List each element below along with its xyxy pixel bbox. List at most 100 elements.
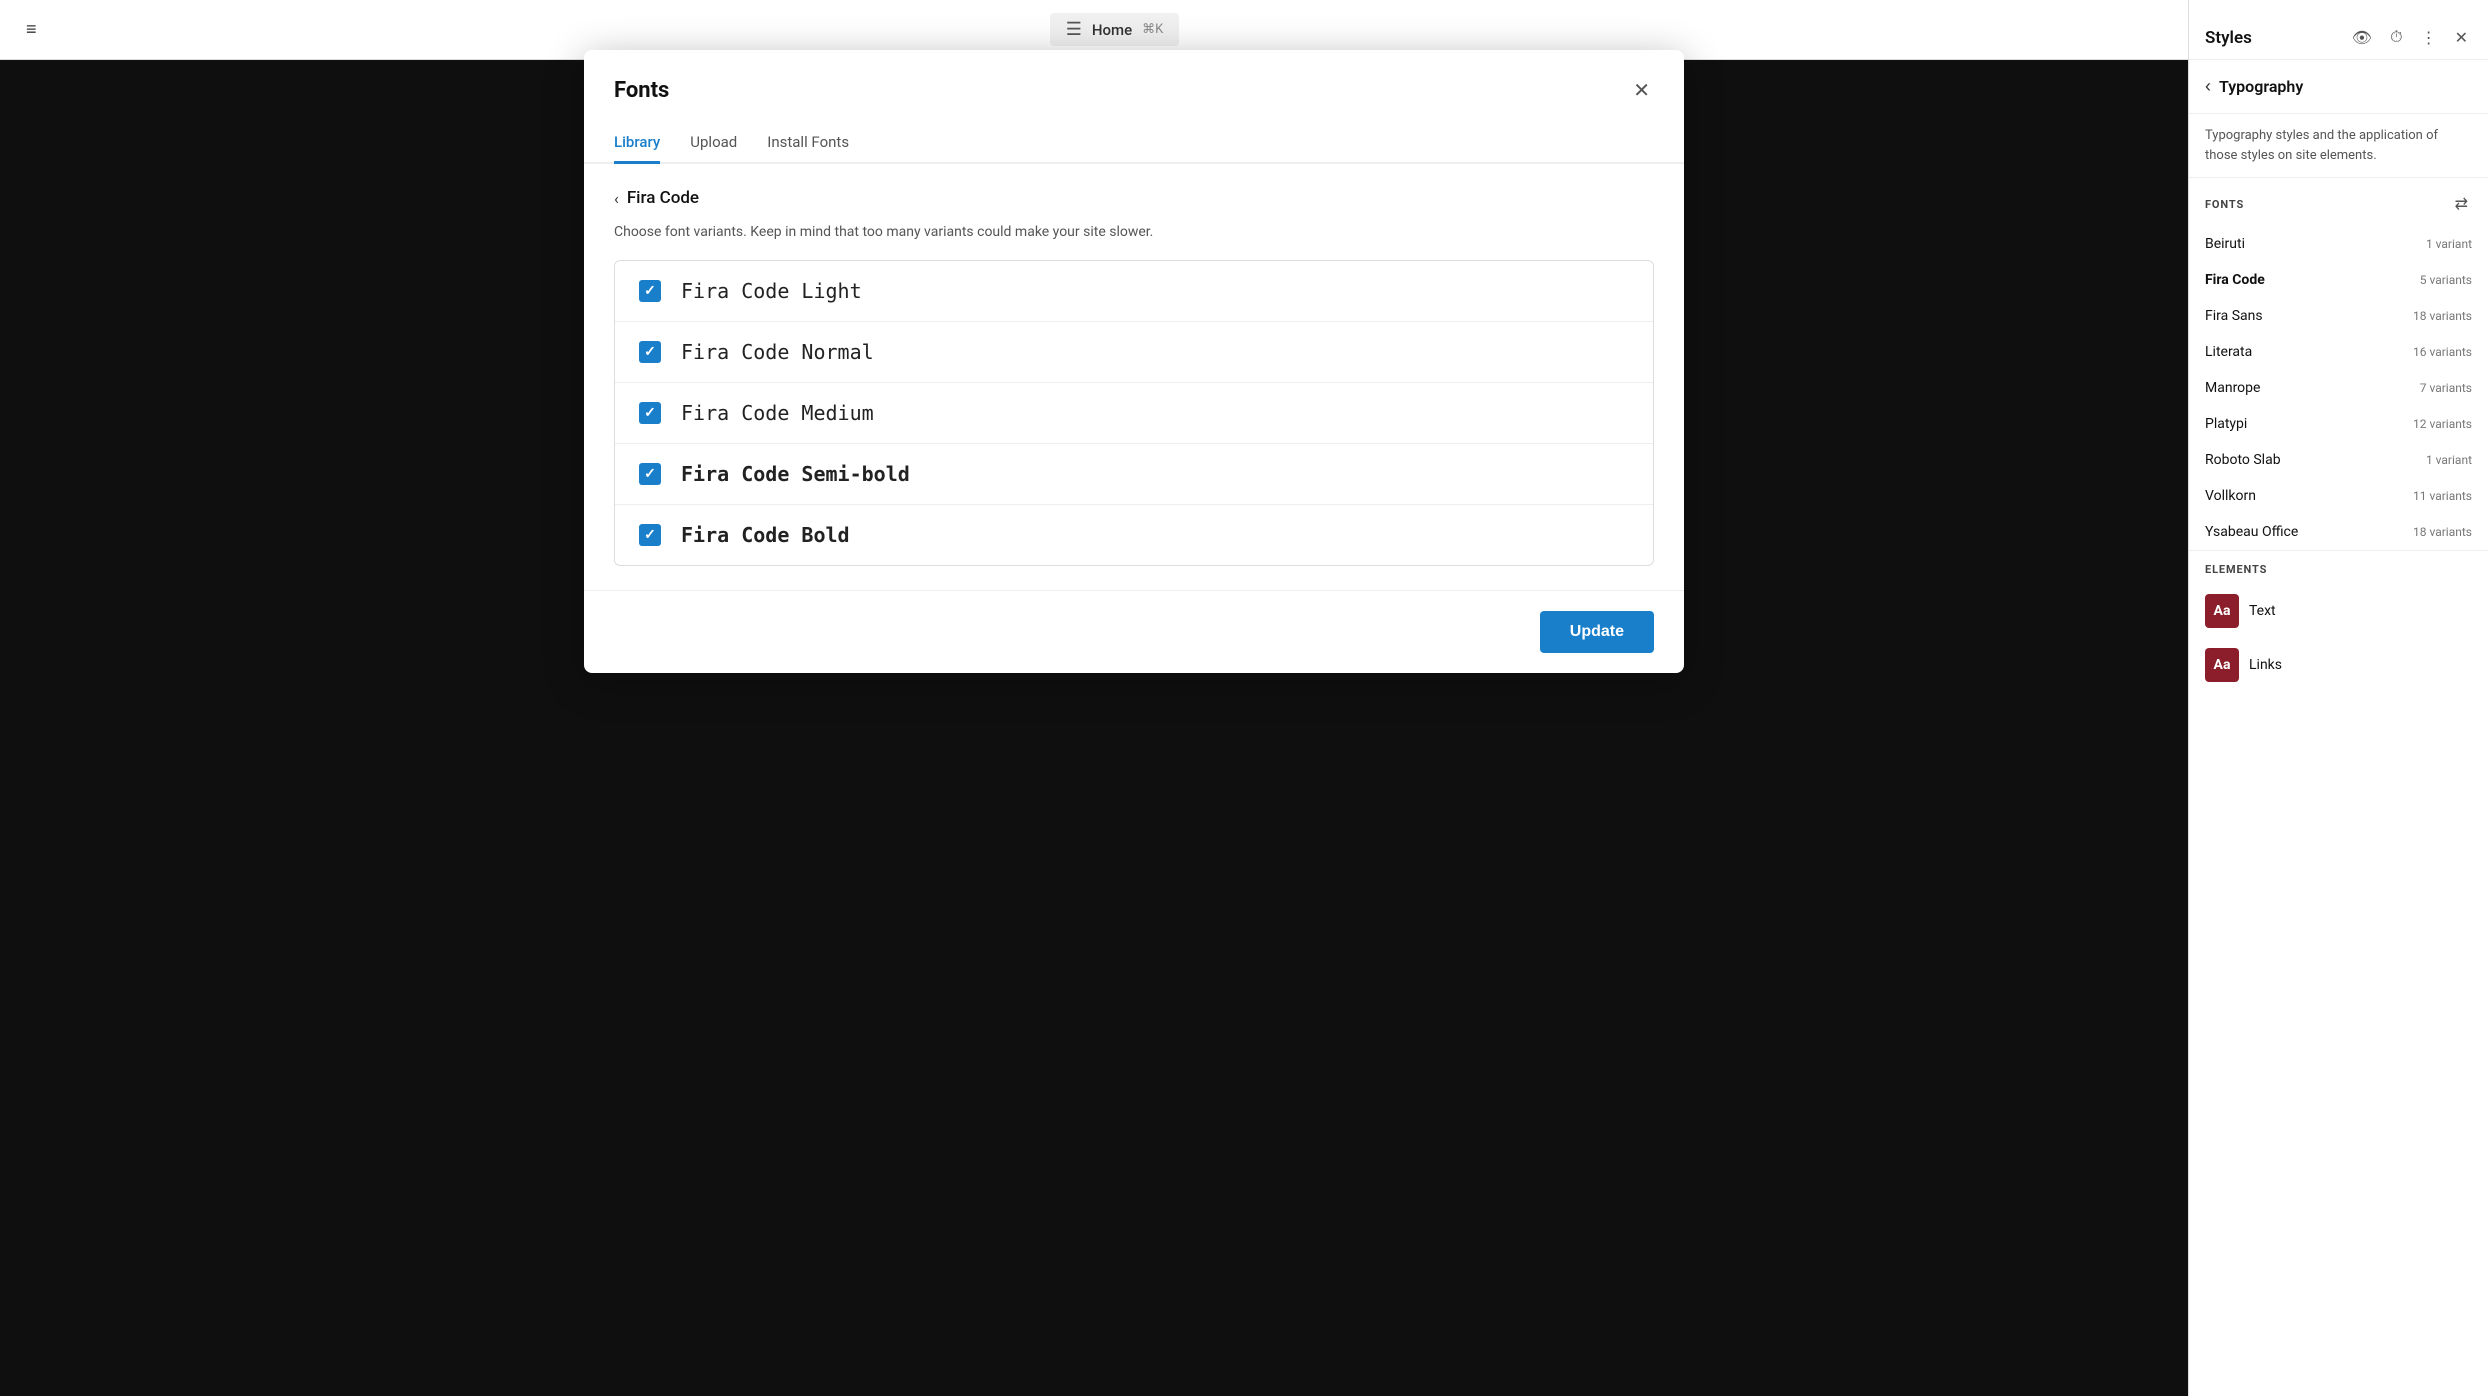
font-variants-list: ✓ Fira Code Light ✓ Fira Code Normal ✓ Fira C… xyxy=(614,260,1654,566)
font-variant-row[interactable]: ✓ Fira Code Bold xyxy=(615,505,1653,565)
sidebar-close-icon: ✕ xyxy=(2455,30,2468,47)
fonts-adjust-button[interactable]: ⇄ xyxy=(2451,190,2472,218)
sidebar-font-variants: 1 variant xyxy=(2426,453,2472,467)
sidebar-font-name: Roboto Slab xyxy=(2205,452,2281,468)
sidebar-font-variants: 5 variants xyxy=(2420,273,2472,287)
update-button[interactable]: Update xyxy=(1540,611,1654,653)
toolbar-center-inner: ☰ Home ⌘K xyxy=(1050,13,1180,46)
sidebar-font-variants: 7 variants xyxy=(2420,381,2472,395)
font-variant-row[interactable]: ✓ Fira Code Medium xyxy=(615,383,1653,444)
variant-label: Fira Code Bold xyxy=(681,523,850,547)
sidebar-font-variants: 18 variants xyxy=(2413,309,2472,323)
sidebar-eye-button[interactable]: 👁 xyxy=(2348,24,2376,52)
styles-back-button[interactable]: ‹ xyxy=(2205,76,2211,97)
sidebar-header: Styles 👁 ⏱ ⋮ ✕ xyxy=(2189,0,2488,60)
sidebar-close-button[interactable]: ✕ xyxy=(2451,24,2472,52)
dialog-footer: Update xyxy=(584,590,1684,673)
toolbar-left: ≡ xyxy=(20,13,43,46)
font-detail-back[interactable]: ‹ Fira Code xyxy=(614,188,1654,208)
history-icon: ⏱ xyxy=(2390,29,2402,46)
sidebar-more-icon: ⋮ xyxy=(2421,30,2437,47)
checkmark-icon: ✓ xyxy=(644,283,656,299)
variant-label: Fira Code Normal xyxy=(681,340,874,364)
sidebar-font-item[interactable]: Platypi 12 variants xyxy=(2189,406,2488,442)
sidebar-element-item[interactable]: Aa Text xyxy=(2189,584,2488,638)
font-detail-name: Fira Code xyxy=(627,188,699,208)
element-icon: Aa xyxy=(2205,594,2239,628)
sidebar-element-item[interactable]: Aa Links xyxy=(2189,638,2488,692)
sidebar-title: Styles xyxy=(2205,28,2252,48)
sidebar-font-name: Fira Sans xyxy=(2205,308,2263,324)
font-variant-row[interactable]: ✓ Fira Code Normal xyxy=(615,322,1653,383)
checkmark-icon: ✓ xyxy=(644,466,656,482)
checkmark-icon: ✓ xyxy=(644,527,656,543)
sidebar-font-name: Platypi xyxy=(2205,416,2247,432)
element-icon: Aa xyxy=(2205,648,2239,682)
variant-checkbox[interactable]: ✓ xyxy=(639,402,661,424)
sidebar-more-button[interactable]: ⋮ xyxy=(2417,24,2441,52)
dialog-title: Fonts xyxy=(614,78,669,103)
toolbar-center: ☰ Home ⌘K xyxy=(1050,13,1180,46)
sidebar-font-item[interactable]: Fira Sans 18 variants xyxy=(2189,298,2488,334)
variant-checkbox[interactable]: ✓ xyxy=(639,341,661,363)
sidebar-font-item[interactable]: Manrope 7 variants xyxy=(2189,370,2488,406)
styles-panel: ‹ Typography Typography styles and the a… xyxy=(2189,60,2488,692)
sidebar-header-icons: 👁 ⏱ ⋮ ✕ xyxy=(2348,24,2472,52)
sidebar-font-name: Ysabeau Office xyxy=(2205,524,2298,540)
keyboard-shortcut: ⌘K xyxy=(1142,22,1163,37)
elements-label-text: ELEMENTS xyxy=(2205,563,2267,576)
sidebar-font-name: Literata xyxy=(2205,344,2252,360)
sidebar-font-name: Beiruti xyxy=(2205,236,2245,252)
variant-label: Fira Code Semi-bold xyxy=(681,462,910,486)
sidebar-font-item[interactable]: Ysabeau Office 18 variants xyxy=(2189,514,2488,550)
dialog-tabs: Library Upload Install Fonts xyxy=(584,107,1684,164)
sidebar-history-button[interactable]: ⏱ xyxy=(2386,25,2406,51)
dialog-close-button[interactable]: ✕ xyxy=(1629,74,1654,107)
variant-checkbox[interactable]: ✓ xyxy=(639,280,661,302)
sidebar-font-name: Manrope xyxy=(2205,380,2260,396)
checkmark-icon: ✓ xyxy=(644,405,656,421)
adjust-icon: ⇄ xyxy=(2455,196,2468,213)
right-sidebar: Styles 👁 ⏱ ⋮ ✕ ‹ Typography Typography s… xyxy=(2188,0,2488,1396)
sidebar-font-item[interactable]: Literata 16 variants xyxy=(2189,334,2488,370)
variant-checkbox[interactable]: ✓ xyxy=(639,463,661,485)
back-chevron-icon: ‹ xyxy=(614,189,619,208)
elements-list: Aa Text Aa Links xyxy=(2189,584,2488,692)
element-label: Text xyxy=(2249,603,2276,619)
sidebar-font-variants: 16 variants xyxy=(2413,345,2472,359)
hamburger-button[interactable]: ≡ xyxy=(20,13,43,46)
dialog-body: ‹ Fira Code Choose font variants. Keep i… xyxy=(584,164,1684,590)
font-variant-hint: Choose font variants. Keep in mind that … xyxy=(614,224,1654,240)
styles-back-header: ‹ Typography xyxy=(2189,60,2488,114)
styles-section-title: Typography xyxy=(2219,77,2303,96)
dialog-tab[interactable]: Install Fonts xyxy=(767,123,849,164)
fonts-label-text: FONTS xyxy=(2205,198,2244,211)
dialog-tab[interactable]: Library xyxy=(614,123,660,164)
font-variant-row[interactable]: ✓ Fira Code Light xyxy=(615,261,1653,322)
fonts-list: Beiruti1 variantFira Code5 variantsFira … xyxy=(2189,226,2488,550)
variant-label: Fira Code Light xyxy=(681,279,862,303)
font-variant-row[interactable]: ✓ Fira Code Semi-bold xyxy=(615,444,1653,505)
variant-label: Fira Code Medium xyxy=(681,401,874,425)
variant-checkbox[interactable]: ✓ xyxy=(639,524,661,546)
sidebar-font-item[interactable]: Vollkorn 11 variants xyxy=(2189,478,2488,514)
page-title-label: Home xyxy=(1092,21,1132,39)
sidebar-font-name: Vollkorn xyxy=(2205,488,2256,504)
sidebar-font-variants: 18 variants xyxy=(2413,525,2472,539)
dialog-tab[interactable]: Upload xyxy=(690,123,737,164)
sidebar-font-variants: 11 variants xyxy=(2413,489,2472,503)
sidebar-font-name: Fira Code xyxy=(2205,272,2265,288)
sidebar-font-item[interactable]: Roboto Slab 1 variant xyxy=(2189,442,2488,478)
sidebar-font-item[interactable]: Fira Code 5 variants xyxy=(2189,262,2488,298)
sidebar-font-item[interactable]: Beiruti 1 variant xyxy=(2189,226,2488,262)
fonts-section-label: FONTS ⇄ xyxy=(2189,178,2488,226)
hamburger-icon: ≡ xyxy=(26,19,37,39)
element-label: Links xyxy=(2249,657,2282,673)
eye-icon: 👁 xyxy=(2352,30,2372,47)
sidebar-font-variants: 1 variant xyxy=(2426,237,2472,251)
page-icon: ☰ xyxy=(1066,19,1082,40)
checkmark-icon: ✓ xyxy=(644,344,656,360)
elements-section-label: ELEMENTS xyxy=(2189,551,2488,584)
sidebar-font-variants: 12 variants xyxy=(2413,417,2472,431)
dialog-header: Fonts ✕ xyxy=(584,50,1684,107)
